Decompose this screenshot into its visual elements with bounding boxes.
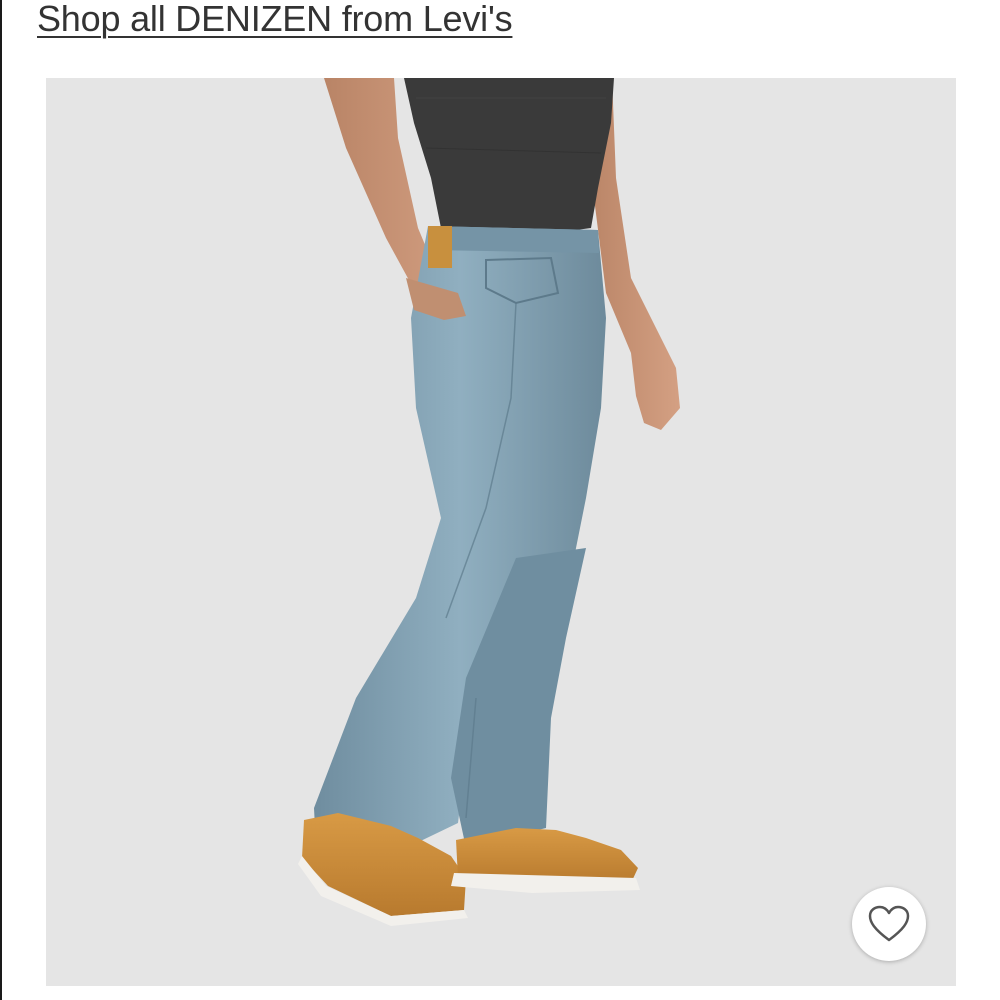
product-photo bbox=[298, 78, 680, 926]
heart-outline-icon bbox=[868, 905, 910, 942]
shop-all-brand-link[interactable]: Shop all DENIZEN from Levi's bbox=[37, 0, 513, 40]
left-border bbox=[0, 0, 2, 1000]
product-image[interactable] bbox=[46, 78, 956, 986]
favorite-button[interactable] bbox=[852, 887, 926, 961]
